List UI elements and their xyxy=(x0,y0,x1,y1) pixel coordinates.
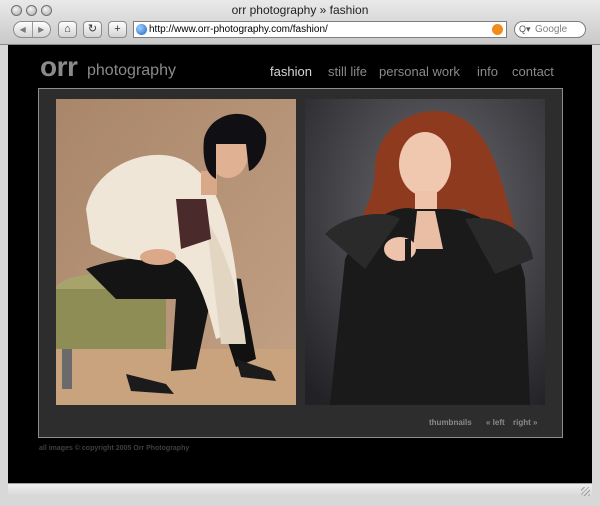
forward-arrow-icon[interactable]: ▶ xyxy=(33,22,51,37)
logo-main[interactable]: orr xyxy=(40,51,78,83)
search-placeholder: Google xyxy=(535,24,568,35)
window-title: orr photography » fashion xyxy=(231,3,369,17)
gallery-panel: thumbnails « left right » xyxy=(38,88,563,438)
fashion-photo-left[interactable] xyxy=(56,99,296,405)
right-link[interactable]: right » xyxy=(513,418,537,427)
address-bar[interactable]: http://www.orr-photography.com/fashion/ xyxy=(133,21,507,38)
nav-fashion[interactable]: fashion xyxy=(270,64,312,79)
globe-icon xyxy=(136,24,147,35)
status-bar xyxy=(8,483,592,497)
browser-toolbar: orr photography » fashion ◀ ▶ ⌂ ↻ + http… xyxy=(0,0,600,45)
url-text: http://www.orr-photography.com/fashion/ xyxy=(149,24,328,35)
web-page: orr photography fashion still life perso… xyxy=(8,45,592,483)
rss-icon[interactable] xyxy=(492,24,503,35)
add-bookmark-button[interactable]: + xyxy=(108,21,127,38)
copyright-text: all images © copyright 2005 Orr Photogra… xyxy=(39,445,190,452)
left-link[interactable]: « left xyxy=(486,418,505,427)
nav-personal-work[interactable]: personal work xyxy=(379,64,460,79)
back-arrow-icon[interactable]: ◀ xyxy=(14,22,33,37)
search-icon: Q▾ xyxy=(519,24,531,34)
plus-icon: + xyxy=(114,23,121,35)
reload-icon: ↻ xyxy=(87,23,98,35)
fashion-photo-right[interactable] xyxy=(305,99,545,405)
home-icon: ⌂ xyxy=(64,23,71,35)
logo-sub[interactable]: photography xyxy=(87,62,176,80)
reload-button[interactable]: ↻ xyxy=(83,21,102,38)
nav-still-life[interactable]: still life xyxy=(328,64,367,79)
nav-info[interactable]: info xyxy=(477,64,498,79)
browser-window: orr photography » fashion ◀ ▶ ⌂ ↻ + http… xyxy=(0,0,600,506)
search-field[interactable]: Q▾ Google xyxy=(514,21,586,38)
home-button[interactable]: ⌂ xyxy=(58,21,77,38)
back-forward-buttons: ◀ ▶ xyxy=(13,21,51,38)
thumbnails-link[interactable]: thumbnails xyxy=(429,418,472,427)
resize-grip-icon[interactable] xyxy=(581,487,590,496)
nav-contact[interactable]: contact xyxy=(512,64,554,79)
